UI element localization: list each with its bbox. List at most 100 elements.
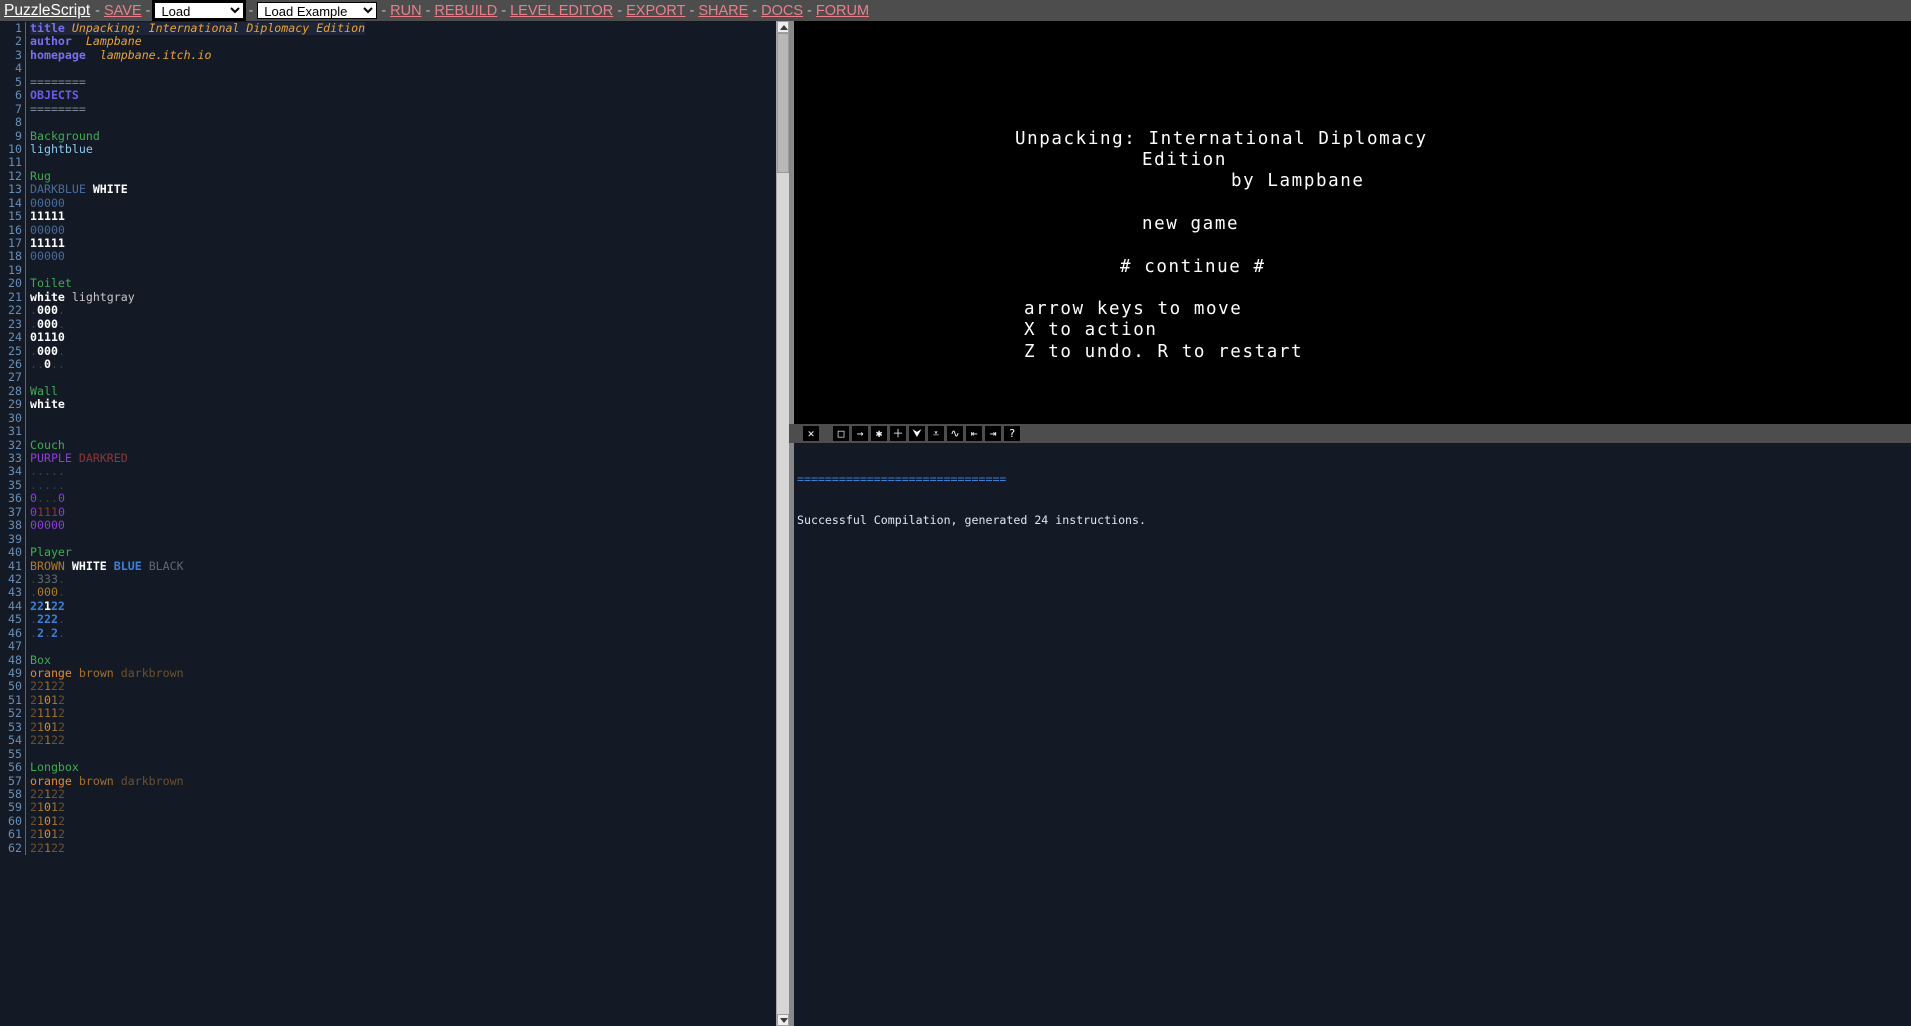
scrollbar-thumb[interactable]	[777, 33, 789, 173]
code-line[interactable]: ========	[30, 103, 365, 116]
code-line[interactable]: 21012	[30, 815, 365, 828]
code-line[interactable]: orange brown darkbrown	[30, 775, 365, 788]
code-line[interactable]: author Lampbane	[30, 35, 365, 48]
code-line[interactable]	[30, 116, 365, 129]
game-new-game-option[interactable]: new game	[1142, 214, 1239, 234]
toolbar-separator: -	[689, 3, 694, 19]
code-area[interactable]: 1234567891011121314151617181920212223242…	[0, 21, 789, 855]
code-line[interactable]: 21012	[30, 694, 365, 707]
code-line[interactable]: 22122	[30, 842, 365, 855]
restart-icon[interactable]: □	[833, 426, 849, 441]
code-line[interactable]: 11111	[30, 237, 365, 250]
code-line[interactable]: .000.	[30, 318, 365, 331]
toolbar-link-export[interactable]: EXPORT	[626, 3, 685, 19]
code-line[interactable]: 11111	[30, 210, 365, 223]
code-line[interactable]: .....	[30, 479, 365, 492]
editor-scrollbar[interactable]	[776, 21, 789, 1026]
asterisk-icon[interactable]: ✱	[871, 426, 887, 441]
toolbar-link-level-editor[interactable]: LEVEL EDITOR	[510, 3, 613, 19]
code-line[interactable]	[30, 640, 365, 653]
pin-icon[interactable]: ⮟	[909, 426, 925, 441]
code-line[interactable]: ========	[30, 76, 365, 89]
game-canvas[interactable]: Unpacking: International Diplomacy Editi…	[794, 21, 1911, 424]
next-icon[interactable]: ⇥	[985, 426, 1001, 441]
code-line[interactable]	[30, 412, 365, 425]
line-number: 17	[0, 237, 22, 250]
code-line[interactable]: 01110	[30, 506, 365, 519]
code-line[interactable]: 00000	[30, 197, 365, 210]
load-example-select[interactable]: Load Example	[257, 2, 377, 19]
code-line[interactable]: OBJECTS	[30, 89, 365, 102]
code-line[interactable]: white lightgray	[30, 291, 365, 304]
code-line[interactable]: ..0..	[30, 358, 365, 371]
main-split: 1234567891011121314151617181920212223242…	[0, 21, 1911, 1026]
code-line[interactable]: 22122	[30, 734, 365, 747]
code-line[interactable]	[30, 533, 365, 546]
wave-icon[interactable]: ∿	[947, 426, 963, 441]
code-line[interactable]: .000.	[30, 345, 365, 358]
code-line[interactable]: 21012	[30, 801, 365, 814]
code-token: .	[58, 303, 65, 317]
code-line[interactable]: 21012	[30, 828, 365, 841]
toolbar-link-rebuild[interactable]: REBUILD	[434, 3, 497, 19]
code-line[interactable]: .2.2.	[30, 627, 365, 640]
code-line[interactable]: Couch	[30, 439, 365, 452]
plus-icon[interactable]: ＋	[890, 426, 906, 441]
scroll-down-arrow[interactable]	[777, 1014, 789, 1026]
next-level-icon[interactable]: →	[852, 426, 868, 441]
code-line[interactable]: 21112	[30, 707, 365, 720]
code-line[interactable]: PURPLE DARKRED	[30, 452, 365, 465]
shrink-icon[interactable]: ⩡	[928, 426, 944, 441]
code-line[interactable]: 22122	[30, 788, 365, 801]
code-line[interactable]: title Unpacking: International Diplomacy…	[30, 22, 365, 35]
line-number: 35	[0, 479, 22, 492]
code-line[interactable]: lightblue	[30, 143, 365, 156]
code-line[interactable]: 0...0	[30, 492, 365, 505]
code-line[interactable]: .222.	[30, 613, 365, 626]
code-line[interactable]: .333.	[30, 573, 365, 586]
scroll-up-arrow[interactable]	[777, 21, 789, 33]
code-line[interactable]: Background	[30, 130, 365, 143]
code-line[interactable]: white	[30, 398, 365, 411]
code-line[interactable]	[30, 62, 365, 75]
code-line[interactable]: 22122	[30, 600, 365, 613]
code-line[interactable]: .000.	[30, 586, 365, 599]
code-line[interactable]: Longbox	[30, 761, 365, 774]
code-line[interactable]	[30, 264, 365, 277]
save-button[interactable]: SAVE	[104, 3, 142, 19]
code-line[interactable]: Wall	[30, 385, 365, 398]
code-line[interactable]: BROWN WHITE BLUE BLACK	[30, 560, 365, 573]
code-line[interactable]: 00000	[30, 519, 365, 532]
game-continue-option[interactable]: # continue #	[1120, 257, 1266, 277]
code-line[interactable]: 21012	[30, 721, 365, 734]
code-line[interactable]: DARKBLUE WHITE	[30, 183, 365, 196]
code-line[interactable]: Rug	[30, 170, 365, 183]
code-line[interactable]: Toilet	[30, 277, 365, 290]
close-icon[interactable]: ✕	[803, 426, 819, 441]
load-select[interactable]: Load	[154, 2, 244, 19]
code-line[interactable]: orange brown darkbrown	[30, 667, 365, 680]
code-line[interactable]: .000.	[30, 304, 365, 317]
toolbar-link-forum[interactable]: FORUM	[816, 3, 869, 19]
code-line[interactable]	[30, 425, 365, 438]
code-editor-pane[interactable]: 1234567891011121314151617181920212223242…	[0, 21, 789, 1026]
code-token: 0	[44, 800, 51, 814]
toolbar-link-docs[interactable]: DOCS	[761, 3, 803, 19]
code-line[interactable]: 00000	[30, 224, 365, 237]
code-line[interactable]	[30, 156, 365, 169]
toolbar-link-run[interactable]: RUN	[390, 3, 421, 19]
help-icon[interactable]: ?	[1004, 426, 1020, 441]
prev-icon[interactable]: ⇤	[966, 426, 982, 441]
code-line[interactable]: .....	[30, 465, 365, 478]
code-lines[interactable]: title Unpacking: International Diplomacy…	[26, 22, 365, 855]
toolbar-link-share[interactable]: SHARE	[698, 3, 748, 19]
code-line[interactable]: Box	[30, 654, 365, 667]
code-line[interactable]: Player	[30, 546, 365, 559]
code-line[interactable]	[30, 371, 365, 384]
code-line[interactable]: 01110	[30, 331, 365, 344]
code-line[interactable]: homepage lampbane.itch.io	[30, 49, 365, 62]
code-line[interactable]: 00000	[30, 250, 365, 263]
code-line[interactable]: 22122	[30, 680, 365, 693]
code-token: Player	[30, 545, 72, 559]
code-line[interactable]	[30, 748, 365, 761]
